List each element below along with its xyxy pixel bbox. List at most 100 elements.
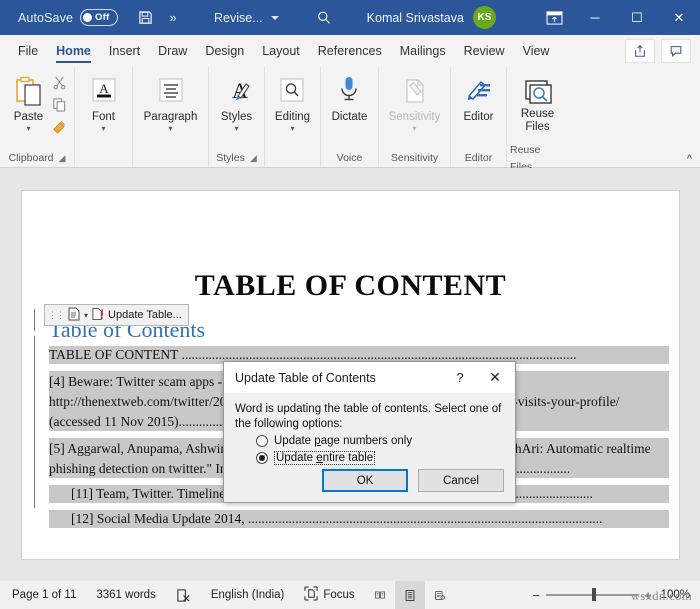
cut-button[interactable]: [52, 75, 67, 95]
editor-label: Editor: [463, 111, 493, 123]
chevron-down-icon[interactable]: [271, 16, 279, 20]
avatar[interactable]: KS: [473, 6, 496, 29]
styles-icon: A: [221, 72, 253, 108]
font-label: Font: [92, 111, 115, 123]
toc-spacer: [22, 503, 679, 510]
editor-button[interactable]: Editor: [463, 72, 495, 123]
proofing-errors-icon[interactable]: [166, 581, 201, 609]
chevron-down-icon[interactable]: ▾: [290, 124, 294, 133]
toc-entry[interactable]: [12] Social Media Update 2014, .........…: [49, 510, 669, 528]
maximize-button[interactable]: ☐: [616, 0, 658, 35]
autosave-control[interactable]: AutoSave Off: [18, 9, 118, 26]
status-bar: Page 1 of 11 3361 words English (India) …: [0, 581, 700, 609]
zoom-out-button[interactable]: −: [526, 588, 546, 603]
paragraph-label: Paragraph: [144, 111, 198, 123]
tab-draw[interactable]: Draw: [149, 35, 196, 67]
tab-layout[interactable]: Layout: [253, 35, 309, 67]
radio-button-icon[interactable]: [256, 435, 268, 447]
page-indicator[interactable]: Page 1 of 11: [0, 581, 86, 609]
chevron-down-icon[interactable]: ▾: [234, 124, 238, 133]
autosave-toggle-knob: [83, 13, 92, 22]
tab-references[interactable]: References: [309, 35, 391, 67]
chevron-down-icon[interactable]: ▾: [26, 124, 30, 133]
ribbon-group-styles: A Styles ▾ Styles ◢: [208, 67, 264, 167]
ribbon-group-reuse-files: Reuse Files Reuse Files: [506, 67, 568, 167]
dialog-body: Word is updating the table of contents. …: [224, 393, 515, 465]
radio-update-entire-table[interactable]: Update entire table: [235, 451, 504, 465]
more-commands-icon[interactable]: »: [160, 4, 186, 32]
change-bar: [34, 309, 35, 331]
paste-label: Paste: [14, 111, 43, 123]
paragraph-button[interactable]: Paragraph ▾: [144, 72, 198, 133]
title-bar: AutoSave Off » Revise... Komal Srivastav…: [0, 0, 700, 35]
account-control[interactable]: Komal Srivastava KS: [367, 6, 496, 29]
editing-button[interactable]: Editing ▾: [275, 72, 310, 133]
tab-view[interactable]: View: [514, 35, 559, 67]
update-table-smart-tag[interactable]: ⋮⋮ ▾ Update Table...: [44, 304, 189, 326]
autosave-toggle[interactable]: Off: [80, 9, 118, 26]
collapse-ribbon-button[interactable]: ^: [687, 153, 692, 165]
clipboard-label: Clipboard: [9, 150, 54, 167]
styles-label: Styles: [221, 111, 252, 123]
paste-icon: [14, 72, 44, 108]
ribbon-group-label-voice: Voice: [337, 150, 363, 167]
help-button[interactable]: ?: [445, 370, 475, 385]
zoom-thumb[interactable]: [592, 588, 596, 601]
ribbon-group-sensitivity: Sensitivity ▾ Sensitivity: [378, 67, 450, 167]
language-indicator[interactable]: English (India): [201, 581, 295, 609]
ribbon-display-options-icon[interactable]: [534, 0, 574, 35]
paste-button[interactable]: Paste ▾: [8, 72, 50, 133]
focus-label: Focus: [323, 589, 354, 601]
font-button[interactable]: A Font ▾: [88, 72, 120, 133]
svg-text:A: A: [99, 81, 109, 96]
tab-insert[interactable]: Insert: [100, 35, 149, 67]
print-layout-view[interactable]: [395, 581, 425, 609]
radio-update-page-numbers-only[interactable]: Update page numbers only: [235, 435, 504, 447]
copy-button[interactable]: [52, 97, 67, 117]
focus-mode-button[interactable]: Focus: [294, 581, 364, 609]
document-title: TABLE OF CONTENT: [22, 269, 679, 303]
dialog-title-buttons: ? ✕: [445, 369, 515, 386]
share-button[interactable]: [625, 39, 655, 63]
close-icon[interactable]: ✕: [475, 369, 515, 386]
radio-button-icon[interactable]: [256, 452, 268, 464]
dialog-buttons: OK Cancel: [322, 469, 504, 492]
tab-mailings[interactable]: Mailings: [391, 35, 455, 67]
zoom-track[interactable]: [546, 594, 638, 595]
read-mode-view[interactable]: [365, 581, 395, 609]
dictate-button[interactable]: Dictate: [332, 72, 368, 123]
minimize-button[interactable]: ─: [574, 0, 616, 35]
word-window: AutoSave Off » Revise... Komal Srivastav…: [0, 0, 700, 609]
close-button[interactable]: ✕: [658, 0, 700, 35]
chevron-down-icon[interactable]: ▾: [101, 124, 105, 133]
chevron-down-icon[interactable]: ▾: [84, 311, 88, 320]
update-table-label: Update Table...: [108, 309, 182, 321]
document-name: Revise...: [214, 11, 263, 25]
chevron-down-icon[interactable]: ▾: [412, 124, 416, 133]
sensitivity-button[interactable]: Sensitivity ▾: [389, 72, 441, 133]
reuse-files-button[interactable]: Reuse Files: [521, 72, 554, 134]
reuse-files-label-1: Reuse: [521, 108, 554, 121]
chevron-down-icon[interactable]: ▾: [168, 124, 172, 133]
tab-home[interactable]: Home: [47, 35, 100, 67]
watermark: wsxdn.com: [631, 588, 692, 604]
format-painter-button[interactable]: [52, 119, 67, 139]
styles-button[interactable]: A Styles ▾: [221, 72, 253, 133]
document-name-control[interactable]: Revise...: [214, 11, 279, 25]
ok-button[interactable]: OK: [322, 469, 408, 492]
tab-design[interactable]: Design: [196, 35, 253, 67]
word-count[interactable]: 3361 words: [86, 581, 165, 609]
comments-button[interactable]: [661, 39, 691, 63]
tab-file[interactable]: File: [9, 35, 47, 67]
radio-label: Update page numbers only: [274, 435, 412, 447]
clipboard-dialog-launcher[interactable]: ◢: [59, 150, 66, 167]
drag-grip-icon[interactable]: ⋮⋮: [48, 311, 64, 319]
web-layout-view[interactable]: [425, 581, 455, 609]
cancel-button[interactable]: Cancel: [418, 469, 504, 492]
focus-icon: [304, 586, 318, 604]
tab-review[interactable]: Review: [455, 35, 514, 67]
update-toc-dialog[interactable]: Update Table of Contents ? ✕ Word is upd…: [223, 361, 516, 503]
search-icon[interactable]: [309, 4, 339, 32]
styles-dialog-launcher[interactable]: ◢: [250, 150, 257, 167]
save-icon[interactable]: [130, 4, 160, 32]
